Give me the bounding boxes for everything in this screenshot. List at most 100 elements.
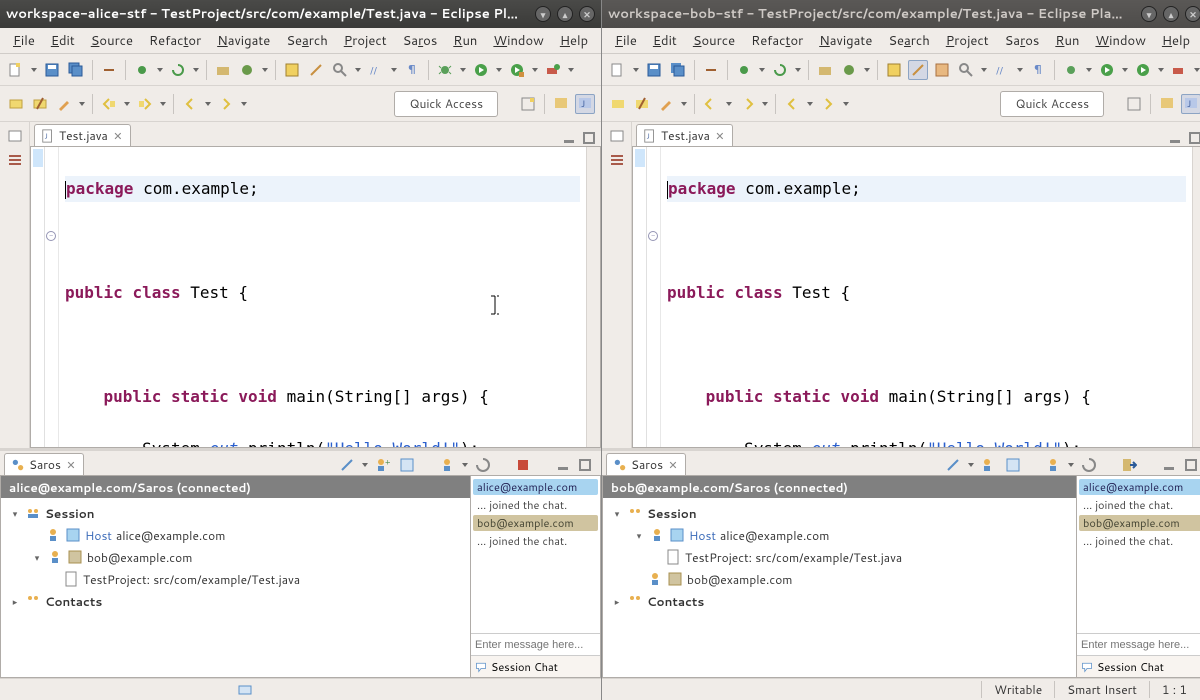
chat-tab[interactable]: Session Chat bbox=[1077, 655, 1200, 677]
next-annotation-icon[interactable] bbox=[737, 94, 757, 114]
run-icon[interactable] bbox=[1097, 60, 1117, 80]
tree-peer[interactable]: ▾ bob@example.com bbox=[1, 546, 470, 568]
open-type-icon[interactable] bbox=[282, 60, 302, 80]
tree-file[interactable]: TestProject: src/com/example/Test.java bbox=[1, 568, 470, 590]
collapse-icon[interactable]: ▾ bbox=[633, 529, 645, 541]
menu-file[interactable]: File bbox=[6, 29, 42, 53]
menu-run[interactable]: Run bbox=[446, 29, 484, 53]
collapse-icon[interactable]: ▾ bbox=[31, 551, 43, 563]
leave-session-icon[interactable] bbox=[1119, 455, 1139, 475]
maximize-view-icon[interactable] bbox=[581, 130, 597, 146]
back-icon[interactable] bbox=[782, 94, 802, 114]
fold-toggle-icon[interactable]: − bbox=[648, 231, 658, 241]
menu-edit[interactable]: Edit bbox=[646, 29, 684, 53]
menu-source[interactable]: Source bbox=[686, 29, 742, 53]
new-package-icon[interactable] bbox=[213, 60, 233, 80]
chat-input[interactable] bbox=[471, 633, 600, 655]
resource-persp-icon[interactable] bbox=[1157, 94, 1177, 114]
toggle-comment-icon[interactable]: // bbox=[366, 60, 386, 80]
edit-icon[interactable] bbox=[656, 94, 676, 114]
link-icon[interactable] bbox=[701, 60, 721, 80]
open-task-icon[interactable] bbox=[6, 94, 26, 114]
maximize-view-icon[interactable] bbox=[1187, 130, 1200, 146]
add-contact-icon[interactable]: + bbox=[373, 455, 393, 475]
minimized-outline-icon[interactable] bbox=[7, 152, 23, 168]
menu-saros[interactable]: Saros bbox=[998, 29, 1047, 53]
search-icon[interactable] bbox=[956, 60, 976, 80]
tab-close-icon[interactable]: ✕ bbox=[112, 130, 124, 142]
wand-icon[interactable] bbox=[306, 60, 326, 80]
menu-search[interactable]: Search bbox=[881, 29, 936, 53]
saros-tab-close[interactable]: ✕ bbox=[65, 459, 77, 471]
save-all-icon[interactable] bbox=[668, 60, 688, 80]
consistency-icon[interactable] bbox=[473, 455, 493, 475]
connect-icon[interactable] bbox=[337, 455, 357, 475]
tree-file[interactable]: TestProject: src/com/example/Test.java bbox=[603, 546, 1076, 568]
view-maximize-icon[interactable] bbox=[577, 457, 593, 473]
consistency-icon[interactable] bbox=[1079, 455, 1099, 475]
mark-occurrences-icon[interactable] bbox=[932, 60, 952, 80]
search-dropdown[interactable] bbox=[354, 60, 362, 80]
menu-navigate[interactable]: Navigate bbox=[812, 29, 879, 53]
debug-icon[interactable] bbox=[132, 60, 152, 80]
connect-icon[interactable] bbox=[943, 455, 963, 475]
saros-tab-close[interactable]: ✕ bbox=[667, 459, 679, 471]
refresh-icon[interactable] bbox=[770, 60, 790, 80]
external-dropdown[interactable] bbox=[567, 60, 575, 80]
resource-persp-icon[interactable] bbox=[551, 94, 571, 114]
close-button[interactable]: ✕ bbox=[1185, 6, 1200, 22]
refresh-dropdown[interactable] bbox=[192, 60, 200, 80]
external-tools-icon[interactable] bbox=[1169, 60, 1189, 80]
toggle-dropdown[interactable] bbox=[390, 60, 398, 80]
preferences-icon[interactable] bbox=[397, 455, 417, 475]
forward-dropdown[interactable] bbox=[240, 94, 248, 114]
menu-project[interactable]: Project bbox=[939, 29, 996, 53]
bug-dropdown[interactable] bbox=[459, 60, 467, 80]
run-dropdown[interactable] bbox=[495, 60, 503, 80]
bug-icon[interactable] bbox=[435, 60, 455, 80]
close-task-icon[interactable] bbox=[632, 94, 652, 114]
next-ann-dropdown[interactable] bbox=[159, 94, 167, 114]
edit-dropdown[interactable] bbox=[78, 94, 86, 114]
view-minimize-icon[interactable] bbox=[1161, 457, 1177, 473]
save-all-icon[interactable] bbox=[66, 60, 86, 80]
new-class-icon[interactable] bbox=[237, 60, 257, 80]
new-icon[interactable] bbox=[608, 60, 628, 80]
tree-contacts[interactable]: ▸ Contacts bbox=[603, 590, 1076, 612]
menu-edit[interactable]: Edit bbox=[44, 29, 82, 53]
run-last-icon[interactable] bbox=[507, 60, 527, 80]
close-button[interactable]: ✕ bbox=[579, 6, 595, 22]
link-icon[interactable] bbox=[99, 60, 119, 80]
bug-icon[interactable] bbox=[1061, 60, 1081, 80]
external-tools-icon[interactable] bbox=[543, 60, 563, 80]
chat-tab[interactable]: Session Chat bbox=[471, 655, 600, 677]
menu-window[interactable]: Window bbox=[1088, 29, 1152, 53]
collapse-icon[interactable]: ▾ bbox=[9, 507, 21, 519]
menu-refactor[interactable]: Refactor bbox=[744, 29, 810, 53]
debug-icon[interactable] bbox=[734, 60, 754, 80]
saros-tree[interactable]: ▾ Session Host alice@example.com bbox=[1, 498, 470, 677]
menu-help[interactable]: Help bbox=[1155, 29, 1197, 53]
quick-access[interactable]: Quick Access bbox=[1000, 91, 1104, 117]
menu-file[interactable]: File bbox=[608, 29, 644, 53]
wand-icon[interactable] bbox=[908, 60, 928, 80]
pilcrow-icon[interactable]: ¶ bbox=[402, 60, 422, 80]
overview-ruler[interactable] bbox=[1192, 147, 1200, 447]
saros-tree[interactable]: ▾ Session ▾ Host alice@example.com bbox=[603, 498, 1076, 677]
open-type-icon[interactable] bbox=[884, 60, 904, 80]
tab-close-icon[interactable]: ✕ bbox=[714, 130, 726, 142]
status-icon[interactable] bbox=[237, 682, 253, 698]
minimized-outline-icon[interactable] bbox=[609, 152, 625, 168]
tree-session[interactable]: ▾ Session bbox=[603, 502, 1076, 524]
new-class-dropdown[interactable] bbox=[261, 60, 269, 80]
refresh-icon[interactable] bbox=[168, 60, 188, 80]
menu-refactor[interactable]: Refactor bbox=[142, 29, 208, 53]
code-area[interactable]: package com.example; public class Test {… bbox=[59, 147, 586, 447]
quick-access[interactable]: Quick Access bbox=[394, 91, 498, 117]
menu-run[interactable]: Run bbox=[1048, 29, 1086, 53]
follow-icon[interactable] bbox=[1043, 455, 1063, 475]
minimized-view-icon[interactable] bbox=[7, 128, 23, 144]
menu-search[interactable]: Search bbox=[279, 29, 334, 53]
open-perspective-icon[interactable] bbox=[1124, 94, 1144, 114]
follow-icon[interactable] bbox=[437, 455, 457, 475]
